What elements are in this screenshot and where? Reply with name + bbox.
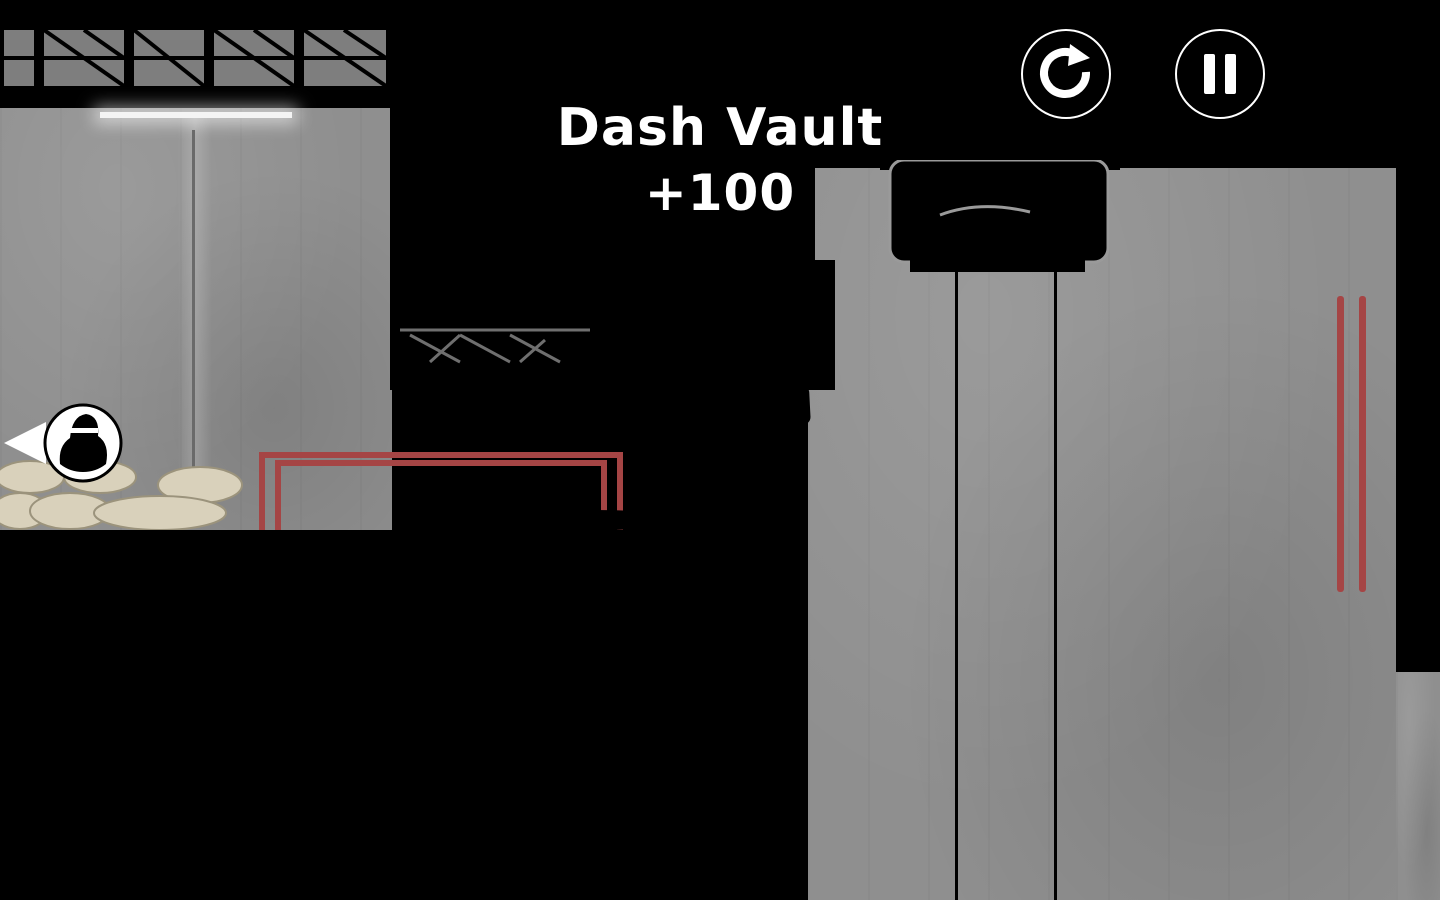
trick-notification: Dash Vault +100 xyxy=(540,98,900,228)
restart-icon xyxy=(1040,44,1091,98)
rooftop-platform xyxy=(0,530,808,900)
player-runner xyxy=(455,492,687,530)
chaser-head-icon xyxy=(4,403,123,483)
score-bonus: +100 xyxy=(644,164,796,222)
restart-button[interactable] xyxy=(1021,29,1111,119)
wall-pipe-right xyxy=(1359,296,1366,592)
hanging-cable-right xyxy=(1054,270,1057,900)
hanging-cable-left xyxy=(955,270,958,900)
trick-name: Dash Vault xyxy=(556,98,884,158)
wall-pipe-left xyxy=(1337,296,1344,592)
offscreen-chaser-indicator xyxy=(0,402,124,484)
light-beam xyxy=(178,118,212,468)
pause-button[interactable] xyxy=(1175,29,1265,119)
support-pole xyxy=(192,130,195,470)
right-edge-silhouette xyxy=(1396,0,1440,672)
ceiling-truss xyxy=(0,0,392,108)
pause-icon xyxy=(1204,54,1236,94)
far-right-wall-background xyxy=(1396,672,1440,900)
overhead-lamp-housing xyxy=(880,160,1120,272)
